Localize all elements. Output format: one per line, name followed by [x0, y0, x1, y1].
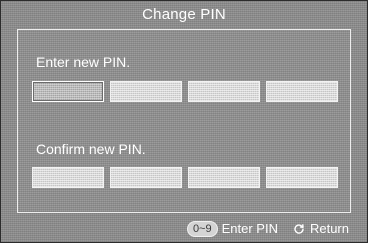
- enter-pin-digit-3[interactable]: [188, 81, 260, 102]
- enter-pin-hint: 0~9 Enter PIN: [186, 221, 278, 237]
- return-icon[interactable]: [292, 222, 306, 236]
- footer-bar: 0~9 Enter PIN Return: [1, 214, 367, 242]
- return-label[interactable]: Return: [310, 222, 349, 236]
- confirm-pin-fields: [32, 167, 338, 188]
- confirm-pin-digit-3[interactable]: [188, 167, 260, 188]
- enter-pin-digit-2[interactable]: [110, 81, 182, 102]
- confirm-pin-digit-4[interactable]: [266, 167, 338, 188]
- page-title: Change PIN: [142, 6, 226, 23]
- enter-pin-digit-4[interactable]: [266, 81, 338, 102]
- confirm-pin-digit-1[interactable]: [32, 167, 104, 188]
- enter-pin-hint-label: Enter PIN: [221, 221, 278, 236]
- enter-new-pin-label: Enter new PIN.: [36, 54, 131, 70]
- footer-help: 0~9 Enter PIN Return: [186, 221, 349, 237]
- confirm-pin-digit-2[interactable]: [110, 167, 182, 188]
- enter-pin-fields: [32, 81, 338, 102]
- change-pin-screen: Change PIN Enter new PIN. Confirm new PI…: [0, 0, 368, 243]
- enter-pin-digit-1[interactable]: [32, 81, 104, 102]
- digits-key[interactable]: 0~9: [186, 221, 218, 237]
- confirm-new-pin-label: Confirm new PIN.: [36, 141, 146, 157]
- pin-dialog: Enter new PIN. Confirm new PIN.: [17, 29, 351, 213]
- return-hint[interactable]: Return: [292, 222, 349, 236]
